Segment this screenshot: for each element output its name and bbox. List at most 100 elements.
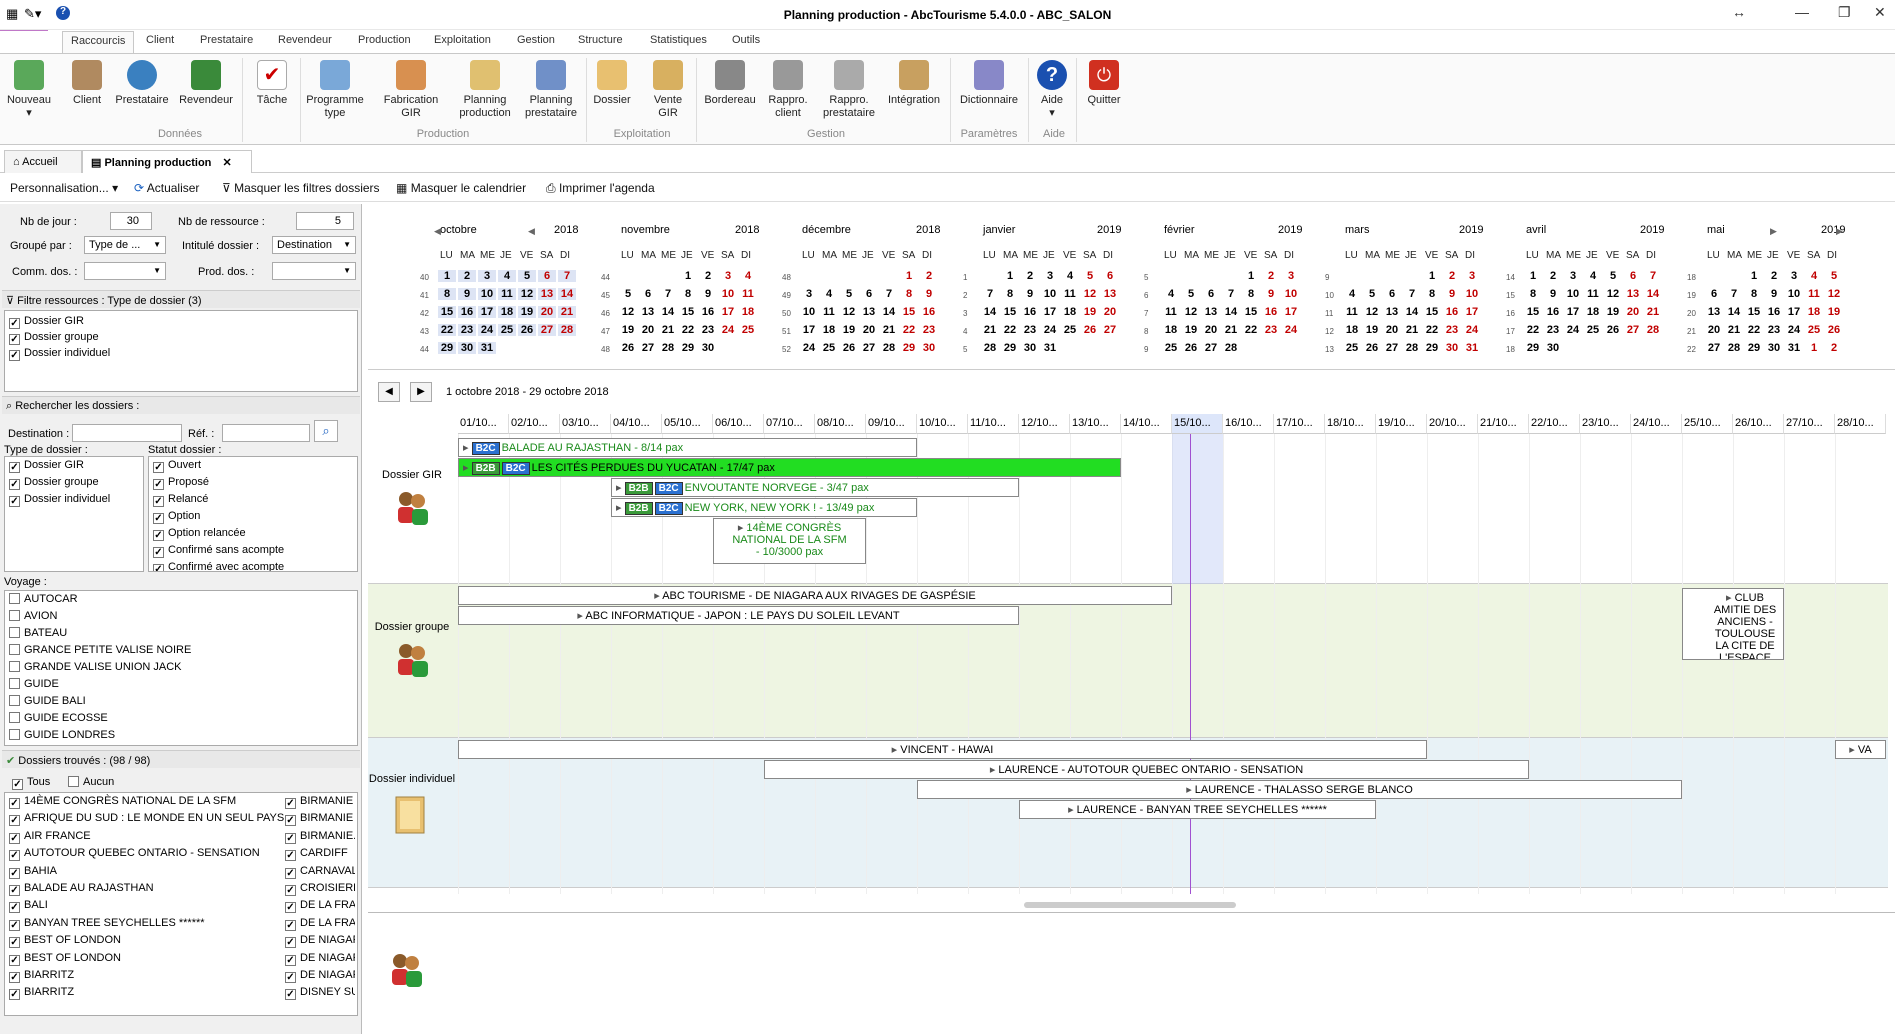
calendar-day[interactable]: 16 xyxy=(1544,306,1562,318)
calendar-day[interactable]: 24 xyxy=(1785,324,1803,336)
calendar-day[interactable]: 2 xyxy=(1021,270,1039,282)
ribbon-tab-outils[interactable]: Outils xyxy=(732,34,760,46)
voyage-item[interactable]: GUIDE LONDRES xyxy=(9,729,115,741)
revendeur-button[interactable]: Revendeur xyxy=(176,60,236,107)
calendar-day[interactable]: 28 xyxy=(1222,342,1240,354)
calendar-day[interactable]: 20 xyxy=(1101,306,1119,318)
calendar-day[interactable]: 16 xyxy=(1262,306,1280,318)
comm-select[interactable] xyxy=(84,262,166,280)
calendar-day[interactable]: 25 xyxy=(739,324,757,336)
planning-production-button[interactable]: Planning production xyxy=(454,60,516,120)
calendar-day[interactable]: 19 xyxy=(518,306,536,318)
calendar-day[interactable]: 19 xyxy=(1081,306,1099,318)
calendar-day[interactable]: 18 xyxy=(739,306,757,318)
calendar-day[interactable]: 8 xyxy=(679,288,697,300)
calendar-day[interactable]: 4 xyxy=(739,270,757,282)
calendar-day[interactable]: 28 xyxy=(981,342,999,354)
calendar-day[interactable]: 23 xyxy=(1443,324,1461,336)
calendar-day[interactable]: 7 xyxy=(558,270,576,282)
calendar-day[interactable]: 10 xyxy=(719,288,737,300)
calendar-day[interactable]: 1 xyxy=(679,270,697,282)
nb-jour-input[interactable]: 30 xyxy=(110,212,152,230)
calendar-day[interactable]: 25 xyxy=(1805,324,1823,336)
calendar-day[interactable]: 8 xyxy=(1423,288,1441,300)
tache-button[interactable]: ✔ Tâche xyxy=(252,60,292,107)
calendar-day[interactable]: 16 xyxy=(1021,306,1039,318)
calendar-day[interactable]: 9 xyxy=(1262,288,1280,300)
calendar-day[interactable]: 31 xyxy=(1463,342,1481,354)
calendar-day[interactable]: 27 xyxy=(1101,324,1119,336)
calendar-day[interactable]: 26 xyxy=(1825,324,1843,336)
ribbon-tab-prestataire[interactable]: Prestataire xyxy=(200,34,253,46)
calendar-next-icon[interactable]: ▶ xyxy=(1770,226,1777,237)
calendar-day[interactable]: 7 xyxy=(981,288,999,300)
calendar-day[interactable]: 25 xyxy=(1343,342,1361,354)
calendar-day[interactable]: 15 xyxy=(900,306,918,318)
calendar-day[interactable]: 15 xyxy=(1242,306,1260,318)
dossier-bar[interactable]: ▸ B2B B2C LES CITÉS PERDUES DU YUCATAN - 1… xyxy=(458,458,1121,477)
calendar-day[interactable]: 9 xyxy=(1765,288,1783,300)
calendar-day[interactable]: 26 xyxy=(840,342,858,354)
calendar-day[interactable]: 4 xyxy=(1805,270,1823,282)
calendar-day[interactable]: 4 xyxy=(1584,270,1602,282)
calendar-day[interactable]: 28 xyxy=(1403,342,1421,354)
ribbon-tab-client[interactable]: Client xyxy=(146,34,174,46)
calendar-day[interactable]: 6 xyxy=(538,270,556,282)
calendar-day[interactable]: 18 xyxy=(1162,324,1180,336)
calendar-day[interactable]: 12 xyxy=(619,306,637,318)
calendar-day[interactable]: 6 xyxy=(1624,270,1642,282)
dossier-item[interactable]: ✓ BIRMANIE xyxy=(285,795,355,809)
dossier-bar[interactable]: ▸ LAURENCE - BANYAN TREE SEYCHELLES ****… xyxy=(1019,800,1376,819)
prestataire-button[interactable]: Prestataire xyxy=(112,60,172,107)
minimize-icon[interactable]: — xyxy=(1795,4,1809,20)
calendar-day[interactable]: 31 xyxy=(1041,342,1059,354)
calendar-day[interactable]: 25 xyxy=(1584,324,1602,336)
calendar-day[interactable]: 16 xyxy=(920,306,938,318)
dossier-item[interactable]: ✓ DE NIAGARA xyxy=(285,934,355,949)
calendar-day[interactable]: 3 xyxy=(1041,270,1059,282)
calendar-day[interactable]: 18 xyxy=(820,324,838,336)
calendar-day[interactable]: 16 xyxy=(458,306,476,318)
next-button[interactable]: ▶ xyxy=(410,382,432,402)
calendar-day[interactable]: 2 xyxy=(458,270,476,282)
calendar-day[interactable]: 16 xyxy=(1765,306,1783,318)
close-tab-icon[interactable]: ✕ xyxy=(222,157,231,169)
dossier-item[interactable]: ✓ BANYAN TREE SEYCHELLES ****** xyxy=(9,917,205,931)
close-icon[interactable]: ✕ xyxy=(1874,4,1886,21)
calendar-day[interactable]: 12 xyxy=(518,288,536,300)
ressource-gir[interactable]: ✓ Dossier GIR xyxy=(9,315,84,329)
calendar-day[interactable]: 20 xyxy=(1202,324,1220,336)
calendar-day[interactable]: 11 xyxy=(1805,288,1823,300)
calendar-day[interactable]: 3 xyxy=(800,288,818,300)
calendar-day[interactable]: 28 xyxy=(1725,342,1743,354)
prod-select[interactable] xyxy=(272,262,356,280)
calendar-day[interactable]: 1 xyxy=(1524,270,1542,282)
calendar-day[interactable]: 23 xyxy=(1765,324,1783,336)
dossier-bar[interactable]: ▸ ABC INFORMATIQUE - JAPON : LE PAYS DU … xyxy=(458,606,1019,625)
calendar-day[interactable]: 21 xyxy=(659,324,677,336)
calendar-day[interactable]: 23 xyxy=(1262,324,1280,336)
calendar-day[interactable]: 3 xyxy=(1282,270,1300,282)
dossier-item[interactable]: ✓ BALADE AU RAJASTHAN xyxy=(9,882,154,896)
tous-button[interactable]: ✓ Tous xyxy=(12,776,50,790)
calendar-day[interactable]: 29 xyxy=(1524,342,1542,354)
calendar-day[interactable]: 22 xyxy=(1242,324,1260,336)
calendar-day[interactable]: 16 xyxy=(699,306,717,318)
calendar-day[interactable]: 1 xyxy=(1001,270,1019,282)
calendar-day[interactable]: 15 xyxy=(438,306,456,318)
calendar-day[interactable]: 5 xyxy=(1363,288,1381,300)
type-groupe[interactable]: ✓ Dossier groupe xyxy=(9,476,99,490)
calendar-day[interactable]: 13 xyxy=(639,306,657,318)
calendar-day[interactable]: 27 xyxy=(1705,342,1723,354)
calendar-day[interactable]: 25 xyxy=(820,342,838,354)
calendar-day[interactable]: 19 xyxy=(1604,306,1622,318)
statut-item[interactable]: ✓ Ouvert xyxy=(153,459,201,473)
calendar-day[interactable]: 29 xyxy=(900,342,918,354)
calendar-day[interactable]: 2 xyxy=(1765,270,1783,282)
calendar-day[interactable]: 29 xyxy=(1001,342,1019,354)
dossier-bar[interactable]: ▸ B2B B2C NEW YORK, NEW YORK ! - 13/49 pax xyxy=(611,498,917,517)
calendar-day[interactable]: 19 xyxy=(619,324,637,336)
resize-icon[interactable]: ↔ xyxy=(1732,4,1746,20)
calendar-day[interactable]: 6 xyxy=(639,288,657,300)
calendar-day[interactable]: 14 xyxy=(659,306,677,318)
